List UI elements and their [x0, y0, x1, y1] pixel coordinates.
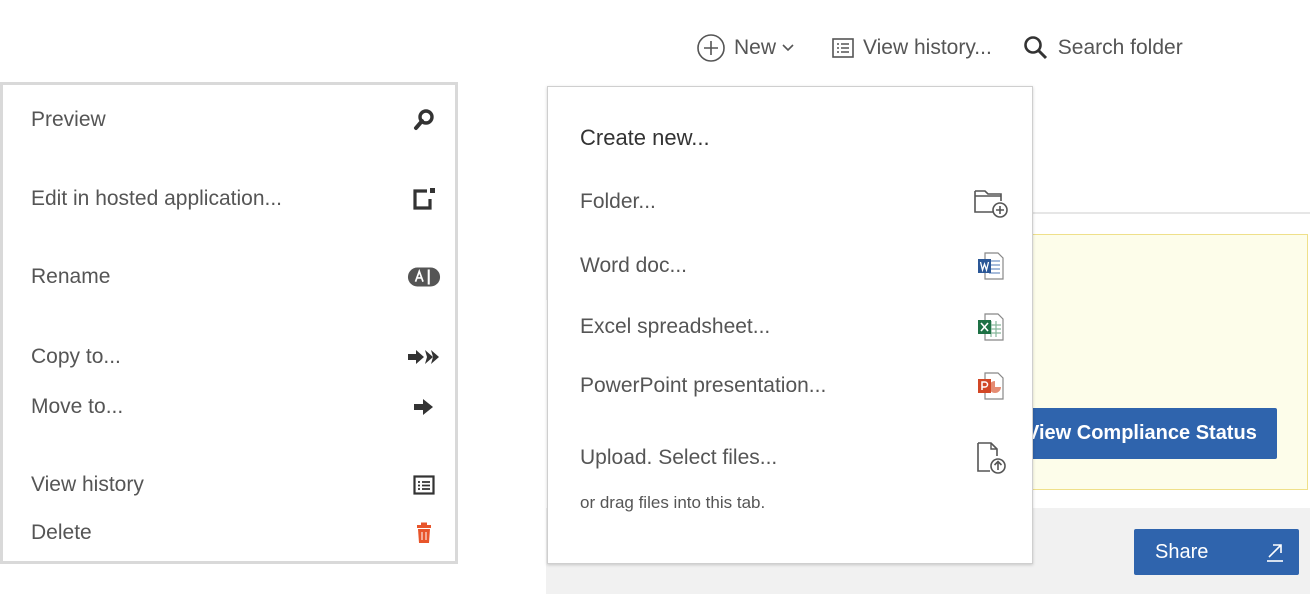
menu-item-move-to[interactable]: Move to...	[31, 390, 441, 424]
menu-item-label: Edit in hosted application...	[31, 187, 282, 210]
option-label: PowerPoint presentation...	[580, 374, 827, 397]
new-excel-option[interactable]: Excel spreadsheet...	[580, 307, 1010, 347]
magnifier-icon	[414, 109, 434, 130]
move-to-icon	[414, 399, 433, 415]
rename-icon	[407, 267, 441, 287]
option-label: Folder...	[580, 190, 656, 213]
menu-item-view-history[interactable]: View history	[31, 468, 441, 502]
folder-add-icon	[974, 190, 1008, 218]
share-button-label: Share	[1155, 540, 1209, 563]
new-powerpoint-option[interactable]: PowerPoint presentation...	[580, 366, 1010, 406]
search-icon	[1023, 36, 1047, 60]
edit-external-icon	[413, 188, 435, 210]
menu-item-label: Rename	[31, 265, 111, 288]
menu-item-copy-to[interactable]: Copy to...	[31, 340, 441, 374]
upload-files-option[interactable]: Upload. Select files...	[580, 438, 1010, 478]
share-button[interactable]: Share	[1134, 529, 1299, 575]
trash-icon	[417, 522, 431, 543]
drag-drop-hint: or drag files into this tab.	[580, 493, 766, 512]
menu-item-preview[interactable]: Preview	[31, 103, 441, 137]
chevron-down-icon	[782, 44, 794, 52]
view-history-button[interactable]: View history...	[831, 36, 992, 60]
menu-item-label: View history	[31, 473, 144, 496]
new-folder-option[interactable]: Folder...	[580, 182, 1010, 222]
view-history-label: View history...	[863, 36, 992, 59]
menu-item-label: Copy to...	[31, 345, 121, 368]
menu-item-delete[interactable]: Delete	[31, 516, 441, 550]
option-label: Word doc...	[580, 254, 687, 277]
menu-item-label: Delete	[31, 521, 92, 544]
dropdown-title: Create new...	[580, 125, 710, 150]
new-item-dropdown: Create new... Folder... Word doc... Exce…	[547, 86, 1033, 564]
option-label: Upload. Select files...	[580, 446, 778, 469]
word-doc-icon	[978, 252, 1004, 280]
menu-item-rename[interactable]: Rename	[31, 260, 441, 294]
plus-circle-icon	[697, 34, 725, 62]
menu-item-edit-hosted[interactable]: Edit in hosted application...	[31, 182, 441, 216]
menu-item-label: Move to...	[31, 395, 124, 418]
history-list-icon	[832, 38, 854, 58]
divider	[1033, 212, 1310, 214]
new-word-doc-option[interactable]: Word doc...	[580, 246, 1010, 286]
menu-item-label: Preview	[31, 108, 106, 131]
new-button-label: New	[734, 36, 777, 59]
external-link-icon	[1267, 544, 1283, 562]
file-context-menu: Preview Edit in hosted application... Re…	[0, 82, 458, 564]
option-label: Excel spreadsheet...	[580, 315, 771, 338]
new-button[interactable]: New	[696, 33, 795, 63]
view-compliance-status-button[interactable]: View Compliance Status	[1018, 408, 1277, 459]
compliance-button-label: View Compliance Status	[1026, 422, 1257, 444]
search-folder-button[interactable]: Search folder	[1022, 34, 1183, 62]
excel-icon	[978, 313, 1004, 341]
upload-file-icon	[977, 442, 1006, 474]
powerpoint-icon	[978, 372, 1004, 400]
copy-to-icon	[408, 350, 439, 364]
search-folder-label: Search folder	[1057, 36, 1183, 59]
history-list-icon	[413, 475, 435, 495]
folder-toolbar: New View history... Search folder	[696, 30, 1183, 66]
